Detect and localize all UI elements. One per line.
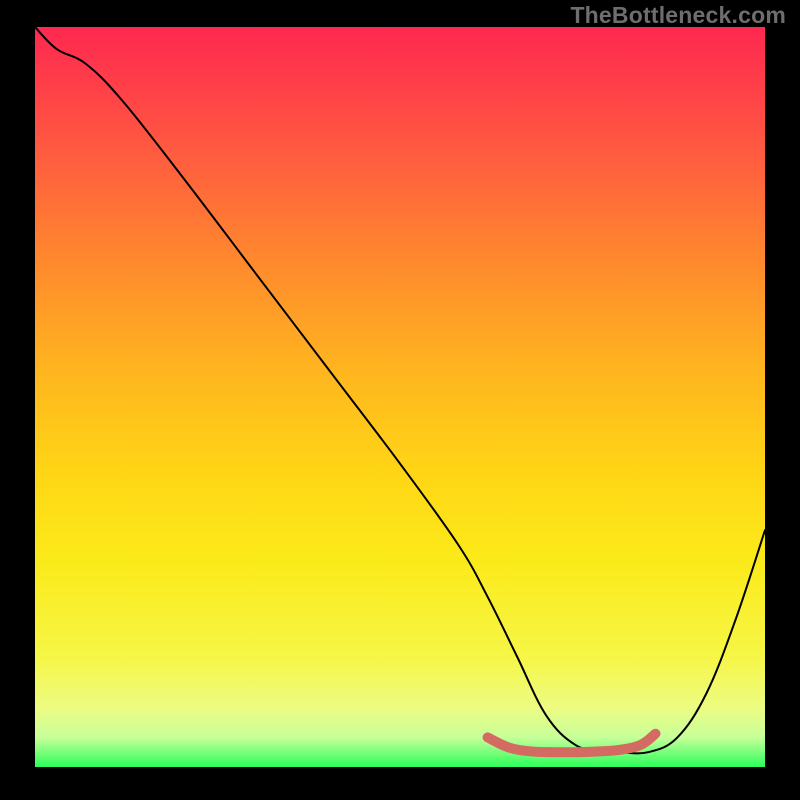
thin-black-curve	[35, 27, 765, 753]
curve-svg	[35, 27, 765, 767]
chart-container: TheBottleneck.com	[0, 0, 800, 800]
plot-area	[35, 27, 765, 767]
watermark-text: TheBottleneck.com	[570, 2, 786, 29]
